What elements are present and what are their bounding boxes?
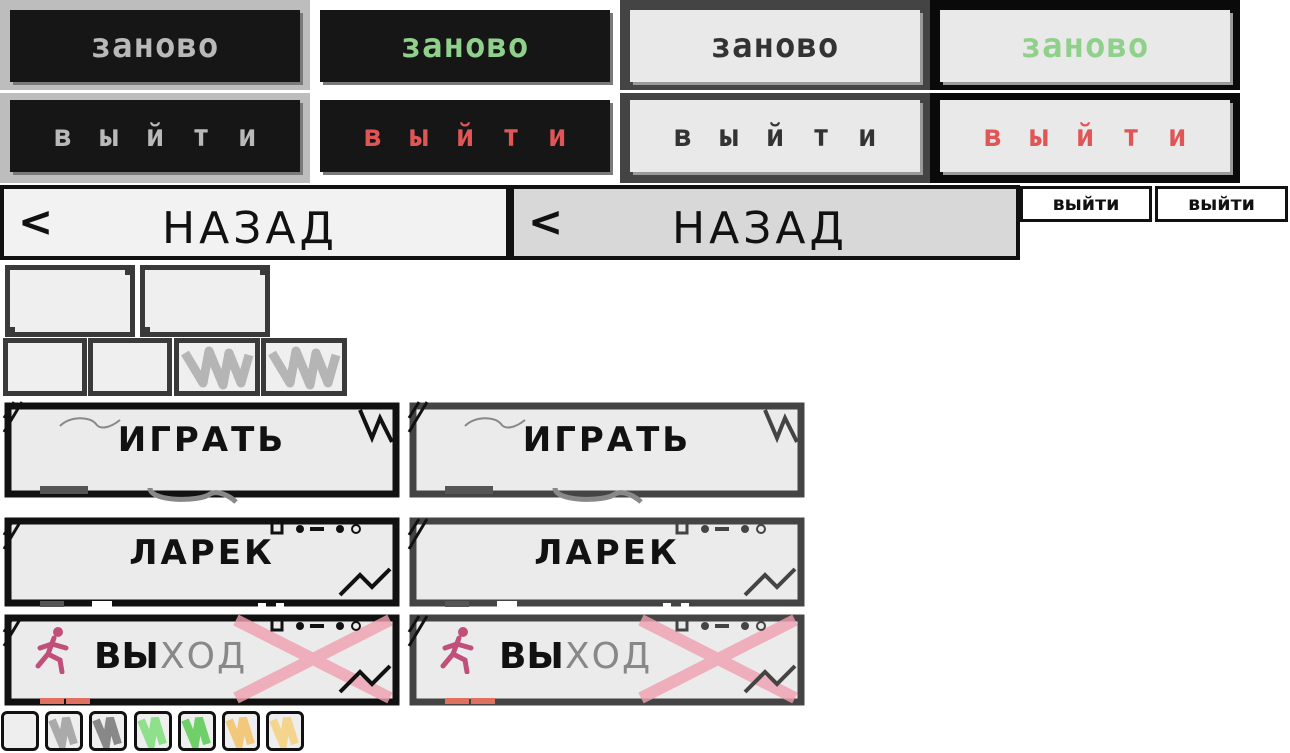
panel-small-1 bbox=[3, 338, 87, 396]
panel-large-2 bbox=[140, 265, 270, 337]
scribble-icon bbox=[268, 346, 341, 390]
swatch-yellow-light[interactable] bbox=[266, 711, 304, 753]
again-button-dark-green[interactable]: заново bbox=[320, 10, 610, 82]
scribble-icon bbox=[48, 716, 78, 753]
exit-label-grey: ХОД bbox=[565, 636, 653, 677]
panel-small-scribble-2 bbox=[261, 338, 347, 396]
shop-button-grey[interactable]: ЛАРЕК bbox=[405, 515, 809, 611]
scribble-icon bbox=[181, 346, 254, 390]
scribble-icon bbox=[225, 716, 255, 753]
exit-runner-icon bbox=[35, 627, 69, 674]
back-label: НАЗАД bbox=[162, 203, 338, 254]
scribble-icon bbox=[137, 716, 167, 753]
panel-small-scribble-1 bbox=[174, 338, 260, 396]
swatch-grey[interactable] bbox=[45, 711, 83, 753]
scribble-icon bbox=[92, 716, 122, 753]
swatch-yellow[interactable] bbox=[222, 711, 260, 753]
exit-button-dark-red[interactable]: выйти bbox=[320, 100, 610, 172]
swatch-light[interactable] bbox=[1, 711, 39, 751]
swatch-green-dark[interactable] bbox=[178, 711, 216, 753]
shop-label: ЛАРЕК bbox=[534, 533, 680, 573]
cell-divider bbox=[0, 90, 1240, 93]
back-label: НАЗАД bbox=[672, 203, 848, 254]
exit-runner-icon bbox=[440, 627, 474, 674]
scribble-icon bbox=[181, 716, 211, 753]
exit-label-dark: ВЫ bbox=[499, 636, 564, 677]
exit-button-light-grey[interactable]: выйти bbox=[630, 100, 920, 172]
swatch-green[interactable] bbox=[134, 711, 172, 753]
play-label: ИГРАТЬ bbox=[117, 420, 287, 460]
play-label: ИГРАТЬ bbox=[522, 420, 692, 460]
swatch-grey-dark[interactable] bbox=[89, 711, 127, 753]
play-button-dark[interactable]: ИГРАТЬ bbox=[0, 398, 404, 510]
again-button-dark-grey[interactable]: заново bbox=[10, 10, 300, 82]
exit-label-dark: ВЫ bbox=[94, 636, 159, 677]
back-button-light[interactable]: < НАЗАД bbox=[0, 185, 510, 260]
panel-large-1 bbox=[5, 265, 135, 337]
shop-label: ЛАРЕК bbox=[129, 533, 275, 573]
exit-button-dark-grey[interactable]: выйти bbox=[10, 100, 300, 172]
exit-menu-button-grey[interactable]: ВЫ ХОД bbox=[405, 612, 809, 710]
mini-exit-button[interactable]: выйти bbox=[1020, 186, 1152, 222]
back-button-grey[interactable]: < НАЗАД bbox=[510, 185, 1020, 260]
exit-label-grey: ХОД bbox=[160, 636, 248, 677]
exit-button-light-red[interactable]: выйти bbox=[940, 100, 1230, 172]
shop-button-dark[interactable]: ЛАРЕК bbox=[0, 515, 404, 611]
play-button-grey[interactable]: ИГРАТЬ bbox=[405, 398, 809, 510]
exit-menu-button-dark[interactable]: ВЫ ХОД bbox=[0, 612, 404, 710]
panel-small-2 bbox=[88, 338, 172, 396]
again-button-light-grey[interactable]: заново bbox=[630, 10, 920, 82]
chevron-left-icon: < bbox=[528, 197, 564, 246]
chevron-left-icon: < bbox=[18, 197, 54, 246]
mini-exit-button-alt[interactable]: выйти bbox=[1155, 186, 1288, 222]
again-button-light-green[interactable]: заново bbox=[940, 10, 1230, 82]
scribble-icon bbox=[269, 716, 299, 753]
